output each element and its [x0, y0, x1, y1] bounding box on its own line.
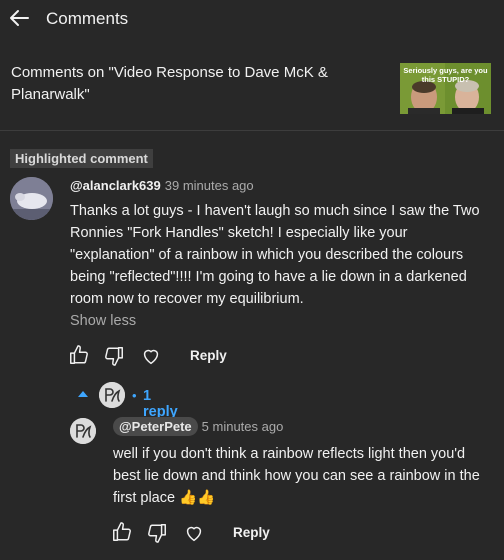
reply-avatar[interactable] [70, 418, 96, 444]
dislike-icon[interactable] [103, 345, 125, 367]
thumbnail-caption: Seriously guys, are you this STUPID? [403, 66, 488, 84]
video-thumbnail[interactable]: Seriously guys, are you this STUPID? [400, 63, 491, 114]
video-title: Comments on "Video Response to Dave McK … [11, 64, 328, 103]
reply-time[interactable]: 5 minutes ago [202, 419, 284, 434]
reply-text: well if you don't think a rainbow reflec… [113, 443, 493, 509]
comment-author[interactable]: @alanclark639 [70, 178, 161, 193]
avatar[interactable] [10, 177, 53, 220]
show-less-button[interactable]: Show less [70, 313, 136, 329]
avatar-image [10, 177, 53, 220]
reply-body: well if you don't think a rainbow reflec… [113, 446, 480, 506]
reply-actions: Reply [111, 521, 311, 545]
comment-text: Thanks a lot guys - I haven't laugh so m… [70, 203, 480, 307]
video-info: Comments on "Video Response to Dave McK … [0, 50, 504, 130]
page-title: Comments [46, 9, 129, 28]
comment-time[interactable]: 39 minutes ago [165, 178, 254, 193]
reply-count-link[interactable]: 1 reply [143, 388, 178, 420]
reply-avatar-small [99, 382, 125, 408]
heart-icon[interactable] [183, 522, 205, 544]
comment-header: @alanclark639 39 minutes ago [70, 178, 254, 193]
back-arrow-icon[interactable] [8, 6, 32, 30]
comment-actions: Reply [68, 344, 268, 368]
separator-dot: • [132, 388, 137, 403]
reply-avatar-image [99, 382, 125, 408]
like-icon[interactable] [111, 521, 133, 543]
reply-button[interactable]: Reply [233, 525, 270, 540]
thumbs-up-emoji: 👍👍 [179, 490, 216, 506]
divider [0, 130, 504, 131]
reply-button[interactable]: Reply [190, 348, 227, 363]
reply-author-mention[interactable]: @PeterPete [113, 417, 198, 436]
dislike-icon[interactable] [146, 522, 168, 544]
top-bar: Comments [0, 0, 504, 40]
reply-avatar-image [70, 418, 96, 444]
reply-header: @PeterPete 5 minutes ago [113, 417, 284, 436]
like-icon[interactable] [68, 344, 90, 366]
highlighted-comment-badge: Highlighted comment [10, 149, 153, 168]
heart-icon[interactable] [140, 345, 162, 367]
caret-up-icon [78, 391, 88, 397]
